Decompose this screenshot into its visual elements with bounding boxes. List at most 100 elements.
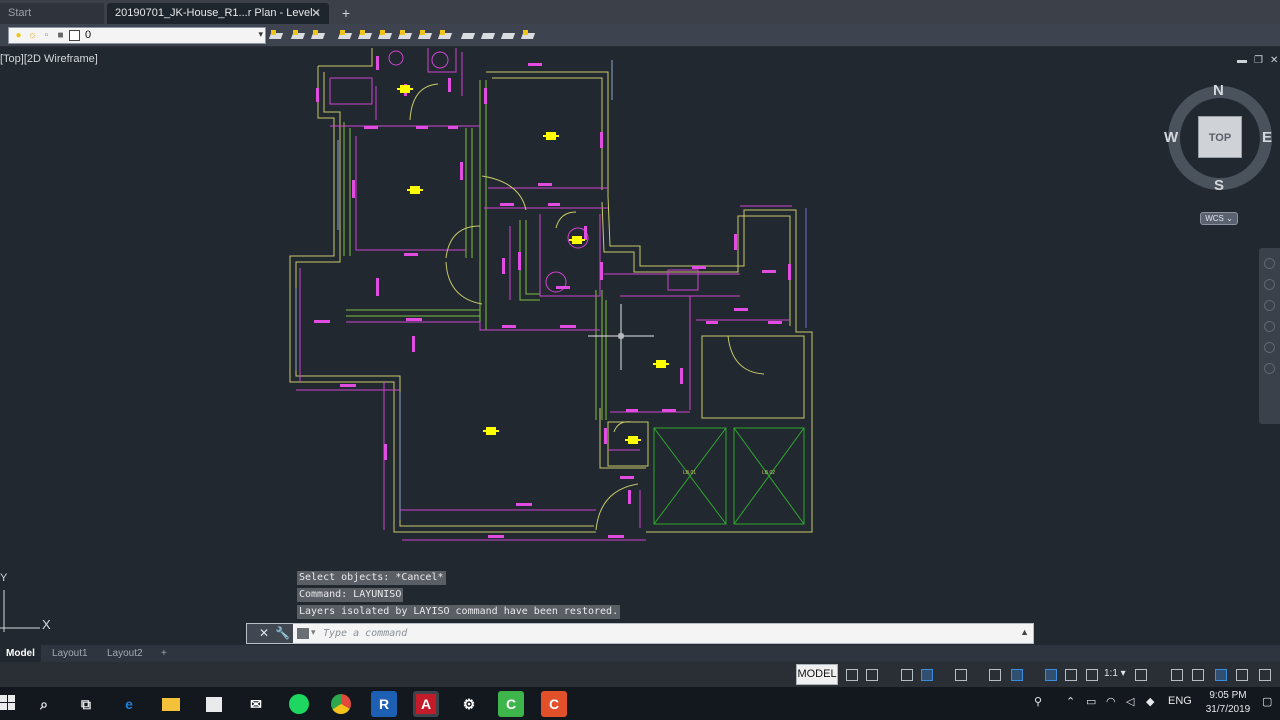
- navbar-options-icon[interactable]: [1264, 363, 1275, 374]
- lift-label-1: LB.01: [683, 470, 696, 476]
- tab-document[interactable]: 20190701_JK-House_R1...r Plan - Level - …: [107, 3, 329, 40]
- isodraft-icon[interactable]: [952, 666, 968, 682]
- layer-properties-icon[interactable]: [268, 28, 284, 44]
- isolate-objects-icon[interactable]: [1212, 666, 1228, 682]
- viewcube-south[interactable]: S: [1214, 177, 1224, 194]
- pan-icon[interactable]: [1264, 279, 1275, 290]
- layer-lock-icon[interactable]: [437, 28, 453, 44]
- customize-icon[interactable]: 🔧: [275, 626, 290, 640]
- chevron-up-icon[interactable]: ⌃: [1066, 695, 1075, 708]
- wifi-icon[interactable]: ◠: [1106, 695, 1116, 708]
- hardware-acceleration-icon[interactable]: [1233, 666, 1249, 682]
- camtasia-icon[interactable]: C: [498, 691, 524, 717]
- sun-icon[interactable]: ☼: [27, 30, 38, 41]
- color-swatch-icon[interactable]: [69, 30, 80, 41]
- chevron-down-icon[interactable]: ▾: [311, 627, 316, 638]
- customization-menu-icon[interactable]: [1256, 666, 1272, 682]
- layer-off-icon[interactable]: [417, 28, 433, 44]
- revit-icon[interactable]: R: [371, 691, 397, 717]
- annotation-visibility-icon[interactable]: [1042, 666, 1058, 682]
- chevron-down-icon[interactable]: ▾: [258, 29, 263, 40]
- close-viewport-icon[interactable]: ✕: [1270, 55, 1278, 66]
- ucs-menu[interactable]: WCS ⌄: [1200, 212, 1238, 225]
- edge-icon[interactable]: e: [116, 691, 142, 717]
- file-tab-bar: Start 20190701_JK-House_R1...r Plan - Le…: [0, 0, 1280, 40]
- windows-taskbar: ⌕ ⧉ e ✉ R A ⚙ C C ⚲ ⌃ ▭ ◠ ◁ ◆ ENG 9:05 P…: [0, 687, 1280, 720]
- layer-toolbar: ● ☼ ▫ ■ 0 ▾: [0, 24, 1280, 47]
- recorder-icon[interactable]: C: [541, 691, 567, 717]
- merge-layer-icon[interactable]: [500, 28, 516, 44]
- new-tab-button[interactable]: +: [337, 4, 355, 22]
- scale-dropdown[interactable]: 1:1 ▾: [1104, 668, 1126, 679]
- polar-tracking-icon[interactable]: [918, 666, 934, 682]
- task-view-icon[interactable]: ⧉: [73, 691, 99, 717]
- match-layer-icon[interactable]: [357, 28, 373, 44]
- auto-scale-icon[interactable]: [1062, 666, 1078, 682]
- showmotion-icon[interactable]: [1264, 342, 1275, 353]
- tab-start[interactable]: Start: [0, 3, 104, 24]
- settings-icon[interactable]: ⚙: [456, 691, 482, 717]
- snap-icon[interactable]: [863, 666, 879, 682]
- add-layout-button[interactable]: +: [155, 645, 173, 662]
- steering-wheel-icon[interactable]: [1264, 258, 1275, 269]
- layer-delete-icon[interactable]: [520, 28, 536, 44]
- viewcube-west[interactable]: W: [1164, 129, 1178, 146]
- notifications-icon[interactable]: ▢: [1262, 695, 1272, 708]
- autocad-icon[interactable]: A: [413, 691, 439, 717]
- dropbox-icon[interactable]: ◆: [1146, 695, 1154, 708]
- history-up-icon[interactable]: ▲: [1020, 627, 1029, 637]
- grid-icon[interactable]: [843, 666, 859, 682]
- viewcube-top-face[interactable]: TOP: [1198, 116, 1242, 158]
- viewport-label[interactable]: [Top][2D Wireframe]: [0, 53, 98, 65]
- zoom-extents-icon[interactable]: [1264, 300, 1275, 311]
- layer-freeze-icon[interactable]: [397, 28, 413, 44]
- tab-layout2[interactable]: Layout2: [101, 645, 149, 662]
- model-space-button[interactable]: MODEL: [796, 664, 838, 685]
- layer-isolate-icon[interactable]: [290, 28, 306, 44]
- ortho-icon[interactable]: [898, 666, 914, 682]
- mail-icon[interactable]: ✉: [243, 691, 269, 717]
- floor-plan-drawing[interactable]: LB.01 LB.02: [0, 48, 1280, 644]
- tab-model[interactable]: Model: [0, 645, 41, 662]
- annotation-scale-icon[interactable]: [1083, 666, 1099, 682]
- copy-objects-icon[interactable]: [480, 28, 496, 44]
- chrome-icon[interactable]: [328, 691, 354, 717]
- lock-open-icon[interactable]: ■: [55, 30, 66, 41]
- plus-icon[interactable]: [1168, 666, 1184, 682]
- object-snap-tracking-icon[interactable]: [986, 666, 1002, 682]
- command-input[interactable]: [323, 626, 1003, 641]
- people-icon[interactable]: ⚲: [1034, 695, 1042, 708]
- spotify-icon[interactable]: [286, 691, 312, 717]
- lock-icon[interactable]: ▫: [41, 30, 52, 41]
- language-indicator[interactable]: ENG: [1168, 695, 1192, 707]
- store-icon[interactable]: [201, 691, 227, 717]
- command-line: ✕ 🔧 ▾ ▲: [246, 623, 1034, 644]
- viewcube-north[interactable]: N: [1213, 82, 1224, 99]
- tab-layout1[interactable]: Layout1: [46, 645, 94, 662]
- make-current-icon[interactable]: [337, 28, 353, 44]
- minimize-viewport-icon[interactable]: ▬: [1237, 55, 1247, 66]
- orbit-icon[interactable]: [1264, 321, 1275, 332]
- tab-close-icon[interactable]: ✕: [311, 3, 321, 24]
- layer-unisolate-icon[interactable]: [310, 28, 326, 44]
- drawing-canvas[interactable]: LB.01 LB.02: [0, 48, 1280, 644]
- restore-viewport-icon[interactable]: ❐: [1254, 55, 1263, 66]
- file-explorer-icon[interactable]: [158, 691, 184, 717]
- command-line-controls: ✕ 🔧: [247, 624, 293, 643]
- battery-icon[interactable]: ▭: [1086, 695, 1096, 708]
- layer-walk-icon[interactable]: [460, 28, 476, 44]
- search-icon[interactable]: ⌕: [31, 691, 57, 717]
- close-icon[interactable]: ✕: [259, 626, 269, 640]
- layer-dropdown[interactable]: ● ☼ ▫ ■ 0 ▾: [8, 27, 266, 44]
- bulb-icon[interactable]: ●: [13, 30, 24, 41]
- workspace-gear-icon[interactable]: [1132, 666, 1148, 682]
- units-icon[interactable]: [1189, 666, 1205, 682]
- previous-layer-icon[interactable]: [377, 28, 393, 44]
- object-snap-icon[interactable]: [1008, 666, 1024, 682]
- viewcube-east[interactable]: E: [1262, 129, 1272, 146]
- volume-icon[interactable]: ◁: [1126, 695, 1134, 708]
- clock-date: 31/7/2019: [1205, 704, 1251, 715]
- windows-start-icon[interactable]: [0, 695, 16, 711]
- prompt-icon[interactable]: [297, 628, 309, 639]
- clock[interactable]: 9:05 PM 31/7/2019: [1200, 689, 1256, 717]
